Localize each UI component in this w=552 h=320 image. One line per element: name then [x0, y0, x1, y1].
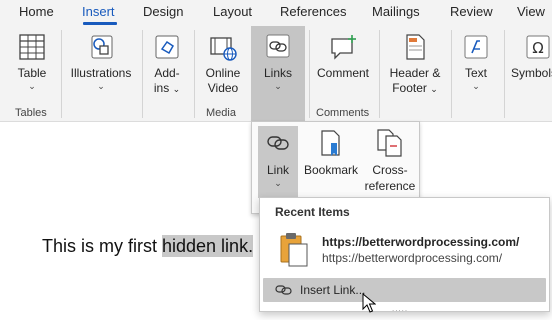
bookmark-button[interactable]: Bookmark: [301, 122, 361, 196]
comment-button[interactable]: Comment: [313, 26, 373, 96]
online-video-icon: [210, 37, 237, 61]
mouse-cursor-icon: [362, 293, 376, 313]
tab-mailings[interactable]: Mailings: [372, 4, 420, 19]
tab-insert[interactable]: Insert: [82, 4, 115, 19]
active-tab-indicator: [83, 22, 117, 25]
clipboard-icon: [280, 233, 308, 267]
tab-references[interactable]: References: [280, 4, 346, 19]
chevron-down-icon: ⌄: [28, 81, 36, 91]
online-video-button[interactable]: Online Video: [200, 26, 246, 96]
tab-review[interactable]: Review: [450, 4, 493, 19]
chevron-down-icon: ⌄: [430, 84, 438, 94]
cross-reference-icon: [377, 129, 402, 157]
link-button[interactable]: Link ⌄: [258, 126, 298, 198]
bookmark-label: Bookmark: [303, 163, 359, 177]
chevron-down-icon: ⌄: [472, 81, 480, 91]
cross-reference-label-1: Cross-: [372, 163, 408, 177]
comment-icon: [331, 35, 356, 60]
insert-link-button[interactable]: Insert Link...: [263, 278, 546, 302]
symbols-button[interactable]: Ω Symbols: [510, 26, 552, 96]
recent-item[interactable]: https://betterwordprocessing.com/ https:…: [260, 228, 549, 274]
chevron-down-icon: ⌄: [97, 81, 105, 91]
selected-text[interactable]: hidden link.: [162, 235, 254, 257]
recent-items-title: Recent Items: [275, 205, 350, 219]
links-label: Links: [263, 66, 292, 80]
omega-icon: Ω: [526, 35, 550, 59]
group-label-media: Media: [206, 107, 236, 119]
chevron-down-icon: ⌄: [274, 178, 282, 188]
addins-button[interactable]: Add-ins ⌄: [147, 26, 187, 96]
cross-reference-button[interactable]: Cross-reference: [362, 122, 418, 196]
group-divider: [142, 30, 143, 118]
group-divider: [309, 30, 310, 118]
addins-label-2: ins: [153, 81, 170, 95]
tab-layout[interactable]: Layout: [213, 4, 252, 19]
tab-home[interactable]: Home: [19, 4, 54, 19]
document-paragraph[interactable]: This is my first hidden link.: [42, 235, 254, 257]
header-footer-icon: [406, 34, 425, 60]
link-icon: [275, 285, 292, 295]
svg-text:Ω: Ω: [532, 39, 543, 57]
shapes-icon: [91, 35, 113, 59]
header-footer-label-2: Footer: [392, 81, 427, 95]
document-text: This is my first: [42, 236, 162, 256]
table-button[interactable]: Table ⌄: [10, 26, 54, 96]
insert-link-label: Insert Link...: [300, 283, 366, 297]
resize-grip[interactable]: .....: [392, 304, 408, 313]
symbols-label: Symbols: [511, 66, 552, 80]
cross-reference-label-2: reference: [364, 179, 416, 193]
recent-item-url: https://betterwordprocessing.com/: [322, 251, 503, 265]
link-icon: [267, 136, 289, 150]
online-video-label-1: Online: [205, 66, 241, 80]
table-label: Table: [17, 66, 47, 80]
chevron-down-icon: ⌄: [274, 81, 282, 91]
group-divider: [451, 30, 452, 118]
online-video-label-2: Video: [207, 81, 239, 95]
chevron-down-icon: ⌄: [172, 84, 181, 94]
text-button[interactable]: Text ⌄: [456, 26, 496, 96]
illustrations-label: Illustrations: [70, 66, 132, 80]
group-divider: [194, 30, 195, 118]
table-icon: [19, 34, 45, 60]
group-divider: [504, 30, 505, 118]
comment-label: Comment: [316, 66, 369, 80]
header-footer-label-1: Header &: [389, 66, 441, 80]
recent-item-title: https://betterwordprocessing.com/: [322, 235, 520, 249]
group-label-comments: Comments: [316, 107, 370, 119]
tab-view[interactable]: View: [517, 4, 545, 19]
group-divider: [61, 30, 62, 118]
group-divider: [379, 30, 380, 118]
tab-design[interactable]: Design: [143, 4, 183, 19]
bookmark-icon: [321, 130, 340, 156]
illustrations-button[interactable]: Illustrations ⌄: [67, 26, 135, 96]
text-label: Text: [464, 66, 487, 80]
header-footer-button[interactable]: Header & Footer ⌄: [385, 26, 445, 96]
link-icon: [266, 34, 290, 58]
addins-icon: [155, 35, 179, 59]
ribbon: Table ⌄ Tables Illustrations ⌄ Add-ins ⌄ O: [0, 26, 552, 122]
links-button[interactable]: Links ⌄: [251, 26, 305, 122]
addins-label-1: Add-: [154, 66, 180, 80]
group-label-tables: Tables: [15, 107, 47, 119]
ribbon-tabs: Home Insert Design Layout References Mai…: [0, 0, 552, 26]
recent-items-panel: Recent Items https://betterwordprocessin…: [259, 197, 550, 313]
text-icon: [464, 35, 488, 59]
link-label: Link: [266, 163, 289, 177]
